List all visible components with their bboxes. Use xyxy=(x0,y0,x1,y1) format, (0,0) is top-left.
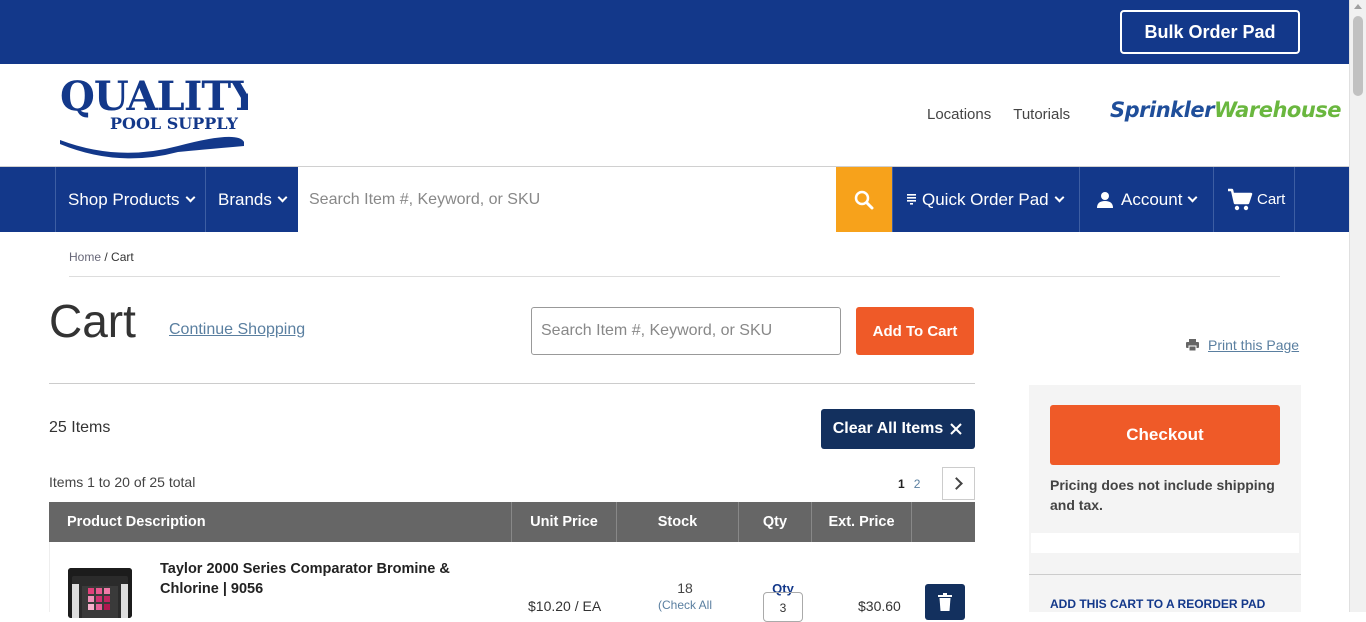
chevron-down-icon xyxy=(277,192,288,202)
svg-text:POOL SUPPLY: POOL SUPPLY xyxy=(110,114,239,133)
cart-link[interactable]: Cart xyxy=(1213,167,1295,232)
shop-products-label: Shop Products xyxy=(68,189,180,209)
breadcrumb-separator: / xyxy=(104,250,108,264)
next-page-button[interactable] xyxy=(942,467,975,500)
page-1[interactable]: 1 xyxy=(898,477,905,491)
svg-text:QUALITY: QUALITY xyxy=(60,73,248,120)
page-2[interactable]: 2 xyxy=(914,477,921,491)
breadcrumb-current: Cart xyxy=(111,250,134,264)
page-title: Cart xyxy=(49,295,136,347)
product-name-link[interactable]: Taylor 2000 Series Comparator Bromine & … xyxy=(160,559,480,599)
cart-table-header: Product Description Unit Price Stock Qty… xyxy=(49,502,975,542)
pricing-note: Pricing does not include shipping and ta… xyxy=(1050,477,1275,513)
trash-icon xyxy=(938,593,952,611)
order-summary-panel: Checkout Pricing does not include shippi… xyxy=(1029,385,1301,612)
cart-icon xyxy=(1228,188,1253,210)
remove-item-button[interactable] xyxy=(925,584,965,620)
table-row: Taylor 2000 Series Comparator Bromine & … xyxy=(49,542,975,622)
check-all-stock-link[interactable]: (Check All xyxy=(645,598,725,612)
scroll-thumb[interactable] xyxy=(1353,16,1363,96)
checkout-button[interactable]: Checkout xyxy=(1050,405,1280,465)
breadcrumb-home[interactable]: Home xyxy=(69,250,101,264)
sprinkler-warehouse-logo-part-a: Sprinkler xyxy=(1110,98,1214,122)
add-to-reorder-pad-link[interactable]: ADD THIS CART TO A REORDER PAD xyxy=(1050,597,1265,611)
quality-pool-supply-logo[interactable]: QUALITY POOL SUPPLY xyxy=(58,72,260,160)
bulk-order-pad-button[interactable]: Bulk Order Pad xyxy=(1120,10,1300,54)
items-range-text: Items 1 to 20 of 25 total xyxy=(49,474,196,490)
printer-icon xyxy=(1186,339,1199,351)
account-menu[interactable]: Account xyxy=(1079,167,1213,232)
main-nav: Shop Products Brands Quick Order Pad Acc… xyxy=(0,166,1349,232)
site-header: QUALITY POOL SUPPLY Locations Tutorials … xyxy=(0,64,1349,166)
summary-divider xyxy=(1029,574,1301,575)
user-icon xyxy=(1097,191,1113,208)
add-item-search-input[interactable] xyxy=(531,307,841,355)
breadcrumb-divider xyxy=(69,276,1280,277)
quantity-input[interactable]: 3 xyxy=(763,592,803,622)
continue-shopping-link[interactable]: Continue Shopping xyxy=(169,321,305,339)
header-product-description: Product Description xyxy=(49,502,512,542)
chevron-right-icon xyxy=(950,477,963,490)
clear-all-items-label: Clear All Items xyxy=(832,420,944,437)
chevron-down-icon xyxy=(1187,192,1198,202)
clear-all-items-button[interactable]: Clear All Items xyxy=(821,409,975,449)
add-to-cart-button[interactable]: Add To Cart xyxy=(856,307,974,355)
quick-order-pad-menu[interactable]: Quick Order Pad xyxy=(892,167,1079,232)
sprinkler-warehouse-logo[interactable]: SprinklerWarehouse xyxy=(1110,98,1342,122)
locations-link[interactable]: Locations xyxy=(927,106,991,123)
search-icon xyxy=(854,190,874,209)
list-icon xyxy=(907,194,916,205)
search-button[interactable] xyxy=(836,167,892,232)
stock-count: 18 xyxy=(677,580,693,596)
scroll-up-arrow-icon[interactable] xyxy=(1354,4,1362,9)
shop-products-menu[interactable]: Shop Products xyxy=(55,167,205,232)
cart-label: Cart xyxy=(1257,191,1286,208)
tutorials-link[interactable]: Tutorials xyxy=(1013,106,1070,123)
sprinkler-warehouse-logo-part-b: Warehouse xyxy=(1213,98,1342,122)
header-actions xyxy=(912,502,975,542)
print-page-label: Print this Page xyxy=(1208,337,1300,353)
close-icon xyxy=(950,423,962,435)
breadcrumb: Home / Cart xyxy=(69,250,134,264)
summary-strip xyxy=(1031,533,1299,553)
item-count: 25 Items xyxy=(49,419,111,436)
pagination: 1 2 xyxy=(898,477,920,491)
header-links: Locations Tutorials xyxy=(927,106,1070,123)
brands-menu[interactable]: Brands xyxy=(205,167,298,232)
header-search-input[interactable] xyxy=(298,167,836,232)
top-bar: Bulk Order Pad xyxy=(0,0,1349,64)
section-divider xyxy=(49,383,975,384)
header-unit-price: Unit Price xyxy=(512,502,617,542)
brands-label: Brands xyxy=(218,189,272,209)
product-image[interactable] xyxy=(68,568,132,618)
header-qty: Qty xyxy=(739,502,812,542)
header-stock: Stock xyxy=(617,502,739,542)
header-ext-price: Ext. Price xyxy=(812,502,912,542)
account-label: Account xyxy=(1121,189,1183,209)
quick-order-pad-label: Quick Order Pad xyxy=(922,189,1049,209)
chevron-down-icon xyxy=(185,192,195,202)
page-scrollbar[interactable] xyxy=(1349,0,1366,612)
chevron-down-icon xyxy=(1054,192,1065,202)
print-page-link[interactable]: Print this Page xyxy=(1186,337,1299,353)
